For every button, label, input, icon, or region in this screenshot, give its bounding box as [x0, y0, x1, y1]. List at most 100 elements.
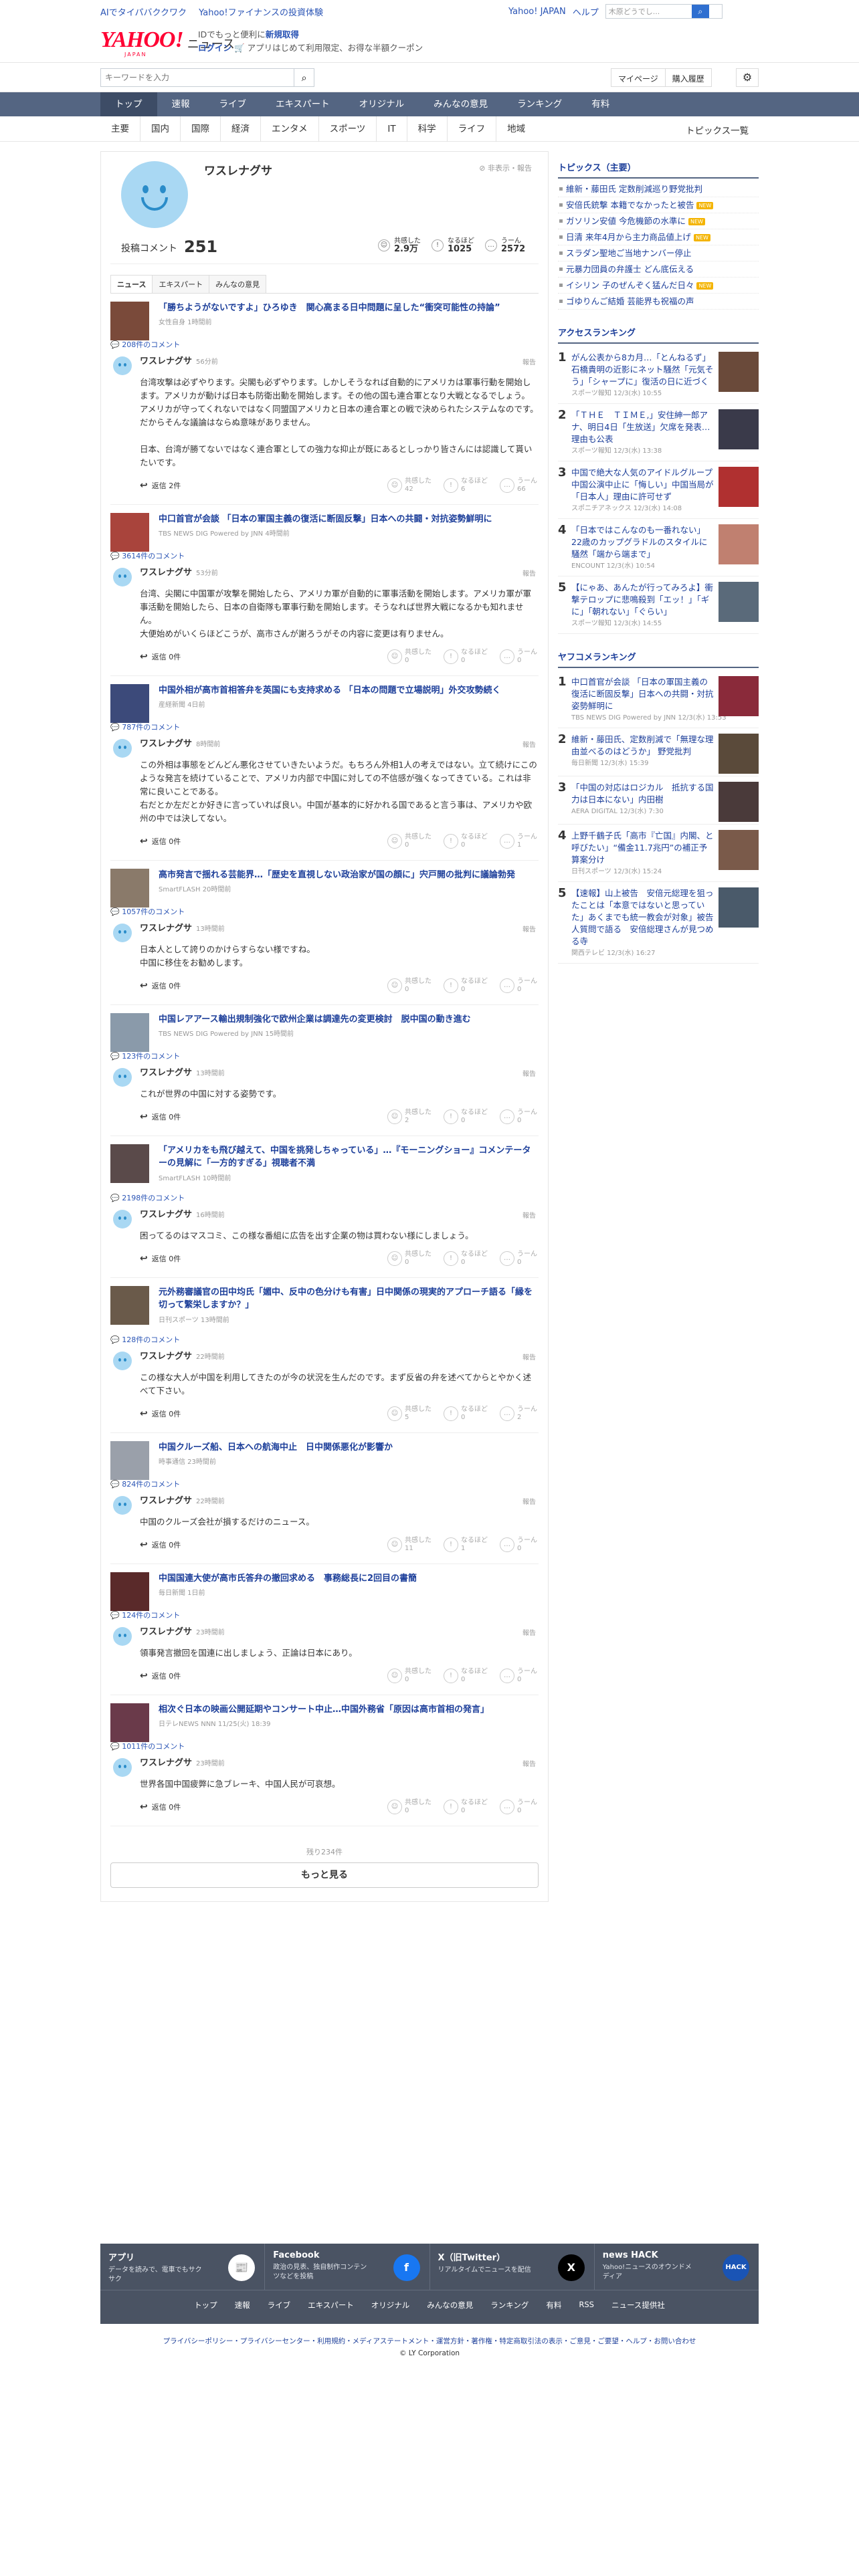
reply-button[interactable]: ↩ 返信 0件: [140, 1539, 181, 1550]
topic-item[interactable]: ゴゆりんご結婚 芸能界も祝福の声: [558, 294, 759, 310]
ranking-thumbnail[interactable]: [719, 887, 759, 928]
reply-button[interactable]: ↩ 返信 0件: [140, 836, 181, 847]
ranking-item[interactable]: 3 中国で絶大な人気のアイドルグループ 中国公演中止に「悔しい」中国当局が「日本人…: [558, 461, 759, 519]
article-card[interactable]: 中国クルーズ船、日本への航海中止 日中関係悪化が影響か 時事通信 23時間前: [110, 1433, 539, 1480]
reply-button[interactable]: ↩ 返信 0件: [140, 1671, 181, 1681]
footer-link[interactable]: トップ: [194, 2300, 217, 2311]
report-link[interactable]: 報告: [522, 1758, 536, 1768]
empathy-button[interactable]: ☺ 共感した 0: [387, 1668, 432, 1684]
cat-main[interactable]: 主要: [100, 116, 140, 142]
topic-item[interactable]: ガソリン安値 今危機節の水準に NEW: [558, 213, 759, 229]
reply-button[interactable]: ↩ 返信 0件: [140, 1111, 181, 1122]
footer-app[interactable]: Facebook 政治の見表、独自制作コンテンツなどを投稿 f: [265, 2244, 430, 2290]
reply-button[interactable]: ↩ 返信 0件: [140, 1408, 181, 1419]
article-card[interactable]: 中国国連大使が高市氏答弁の撤回求める 事務総長に2回目の書簡 毎日新聞 1日前: [110, 1564, 539, 1611]
ranking-title[interactable]: 中国で絶大な人気のアイドルグループ 中国公演中止に「悔しい」中国当局が「日本人」…: [571, 467, 721, 503]
footer-link[interactable]: エキスパート: [308, 2300, 354, 2311]
ranking-title[interactable]: 【にゃあ、あんたが行ってみろよ】衝撃テロップに悲鳴殺到「エッ！」「ギに」「朝れな…: [571, 582, 714, 618]
web-search-input[interactable]: [605, 5, 692, 18]
history-button[interactable]: 購入履歴: [664, 68, 712, 87]
article-thumbnail[interactable]: [110, 513, 149, 552]
gnav-expert[interactable]: エキスパート: [261, 92, 345, 116]
article-thumbnail[interactable]: [110, 1013, 149, 1052]
footer-link[interactable]: ランキング: [490, 2300, 529, 2311]
report-link[interactable]: 報告: [522, 1210, 536, 1220]
reply-button[interactable]: ↩ 返信 0件: [140, 1253, 181, 1264]
ranking-thumbnail[interactable]: [719, 524, 759, 564]
tab-opinion[interactable]: みんなの意見: [209, 275, 267, 293]
reply-button[interactable]: ↩ 返信 0件: [140, 980, 181, 991]
article-thumbnail[interactable]: [110, 302, 149, 340]
gnav-paid[interactable]: 有料: [577, 92, 624, 116]
tab-expert[interactable]: エキスパート: [152, 275, 210, 293]
help-link[interactable]: ヘルプ: [573, 5, 599, 18]
cat-local[interactable]: 地域: [496, 116, 536, 142]
ranking-thumbnail[interactable]: [719, 676, 759, 716]
report-link[interactable]: 報告: [522, 1068, 536, 1078]
ranking-item[interactable]: 5 【速報】山上被告 安倍元総理を狙ったことは「本意ではないと思っていた」あくまで…: [558, 882, 759, 964]
ranking-item[interactable]: 1 がん公表から8カ月…「とんねるず」石橋貴明の近影にネット騒然「元気そう」「シャ…: [558, 346, 759, 404]
article-thumbnail[interactable]: [110, 1144, 149, 1183]
pr-link-ai[interactable]: AIでタイパバククワク: [100, 8, 187, 18]
footer-link[interactable]: オリジナル: [371, 2300, 410, 2311]
article-title[interactable]: 中国クルーズ船、日本への航海中止 日中関係悪化が影響か: [159, 1441, 535, 1454]
hmm-button[interactable]: … うーん 0: [500, 1109, 537, 1125]
hmm-button[interactable]: … うーん 1: [500, 833, 537, 849]
footer-link[interactable]: ニュース提供社: [611, 2300, 665, 2311]
article-title[interactable]: 中国レアアース輸出規制強化で欧州企業は調達先の変更検討 脱中国の動き進む: [159, 1013, 535, 1026]
gear-icon[interactable]: ⚙: [736, 68, 759, 87]
footer-link[interactable]: みんなの意見: [427, 2300, 473, 2311]
pr-link-finance[interactable]: Yahoo!ファイナンスの投資体験: [199, 8, 323, 18]
article-thumbnail[interactable]: [110, 684, 149, 723]
footer-app[interactable]: news HACK Yahoo!ニュースのオウンドメディア HACK: [595, 2244, 759, 2290]
insight-button[interactable]: ! なるほど 0: [444, 1251, 488, 1267]
comment-count-link[interactable]: 💬 2198件のコメント: [110, 1188, 539, 1207]
reply-button[interactable]: ↩ 返信 0件: [140, 1802, 181, 1812]
topic-item[interactable]: 維新・藤田氏 定数削減巡り野党批判: [558, 181, 759, 197]
hmm-button[interactable]: … うーん 2: [500, 1406, 537, 1422]
article-thumbnail[interactable]: [110, 1441, 149, 1480]
promo-coupon[interactable]: アプリはじめて利用限定、お得な半額クーポン: [248, 43, 423, 53]
mypage-button[interactable]: マイページ: [611, 68, 666, 87]
gnav-ranking[interactable]: ランキング: [502, 92, 577, 116]
cat-entertainment[interactable]: エンタメ: [261, 116, 319, 142]
ranking-thumbnail[interactable]: [719, 830, 759, 870]
ranking-title[interactable]: 維新・藤田氏、定数削減で「無理な理由並べるのはどうか」 野党批判: [571, 734, 714, 758]
footer-link[interactable]: 速報: [235, 2300, 250, 2311]
article-thumbnail[interactable]: [110, 1572, 149, 1611]
cat-science[interactable]: 科学: [407, 116, 448, 142]
ranking-item[interactable]: 1 中口首官が会談 「日本の軍国主義の復活に断固反撃」日本への共闘・対抗姿勢鮮明に…: [558, 671, 759, 728]
empathy-button[interactable]: ☺ 共感した 0: [387, 1799, 432, 1815]
reply-button[interactable]: ↩ 返信 0件: [140, 651, 181, 662]
gnav-top[interactable]: トップ: [100, 92, 157, 116]
topics-list-link[interactable]: トピックス一覧: [686, 123, 749, 136]
cat-economy[interactable]: 経済: [221, 116, 261, 142]
empathy-button[interactable]: ☺ 共感した 11: [387, 1537, 432, 1553]
article-title[interactable]: 中国国連大使が高市氏答弁の撤回求める 事務総長に2回目の書簡: [159, 1572, 535, 1585]
comment-count-link[interactable]: 💬 3614件のコメント: [110, 546, 539, 565]
comment-count-link[interactable]: 💬 123件のコメント: [110, 1047, 539, 1065]
report-link[interactable]: 報告: [522, 1496, 536, 1506]
insight-button[interactable]: ! なるほど 6: [444, 477, 488, 494]
login-link[interactable]: ログイン: [198, 43, 231, 53]
insight-button[interactable]: ! なるほど 0: [444, 833, 488, 849]
article-title[interactable]: 「勝ちようがないですよ」ひろゆき 関心高まる日中問題に呈した“衝突可能性の持論”: [159, 302, 535, 314]
article-thumbnail[interactable]: [110, 1703, 149, 1742]
insight-button[interactable]: ! なるほど 1: [444, 1537, 488, 1553]
ranking-item[interactable]: 2 維新・藤田氏、定数削減で「無理な理由並べるのはどうか」 野党批判 毎日新聞 12…: [558, 728, 759, 776]
gnav-opinion[interactable]: みんなの意見: [419, 92, 502, 116]
report-link[interactable]: 報告: [522, 924, 536, 934]
tab-news[interactable]: ニュース: [110, 275, 153, 293]
article-card[interactable]: 中口首官が会談 「日本の軍国主義の復活に断固反撃」日本への共闘・対抗姿勢鮮明に T…: [110, 505, 539, 552]
empathy-button[interactable]: ☺ 共感した 42: [387, 477, 432, 494]
insight-button[interactable]: ! なるほど 0: [444, 978, 488, 994]
gnav-flash[interactable]: 速報: [157, 92, 205, 116]
ranking-thumbnail[interactable]: [719, 734, 759, 774]
report-link[interactable]: 報告: [522, 568, 536, 578]
ranking-item[interactable]: 2 「ＴＨＥ ＴＩＭＥ,」安住紳一郎アナ、明日4日「生放送」欠席を発表…理由も公表…: [558, 404, 759, 461]
article-title[interactable]: 元外務審議官の田中均氏「媚中、反中の色分けも有害」日中関係の現実的アプローチ語る…: [159, 1286, 535, 1311]
hmm-button[interactable]: … うーん 0: [500, 978, 537, 994]
article-title[interactable]: 「アメリカをも飛び越えて、中国を挑発しちゃっている」…『モーニングショー』コメン…: [159, 1144, 535, 1170]
topic-item[interactable]: 安倍氏銃撃 本籍でなかったと被告 NEW: [558, 197, 759, 213]
insight-button[interactable]: ! なるほど 0: [444, 649, 488, 665]
